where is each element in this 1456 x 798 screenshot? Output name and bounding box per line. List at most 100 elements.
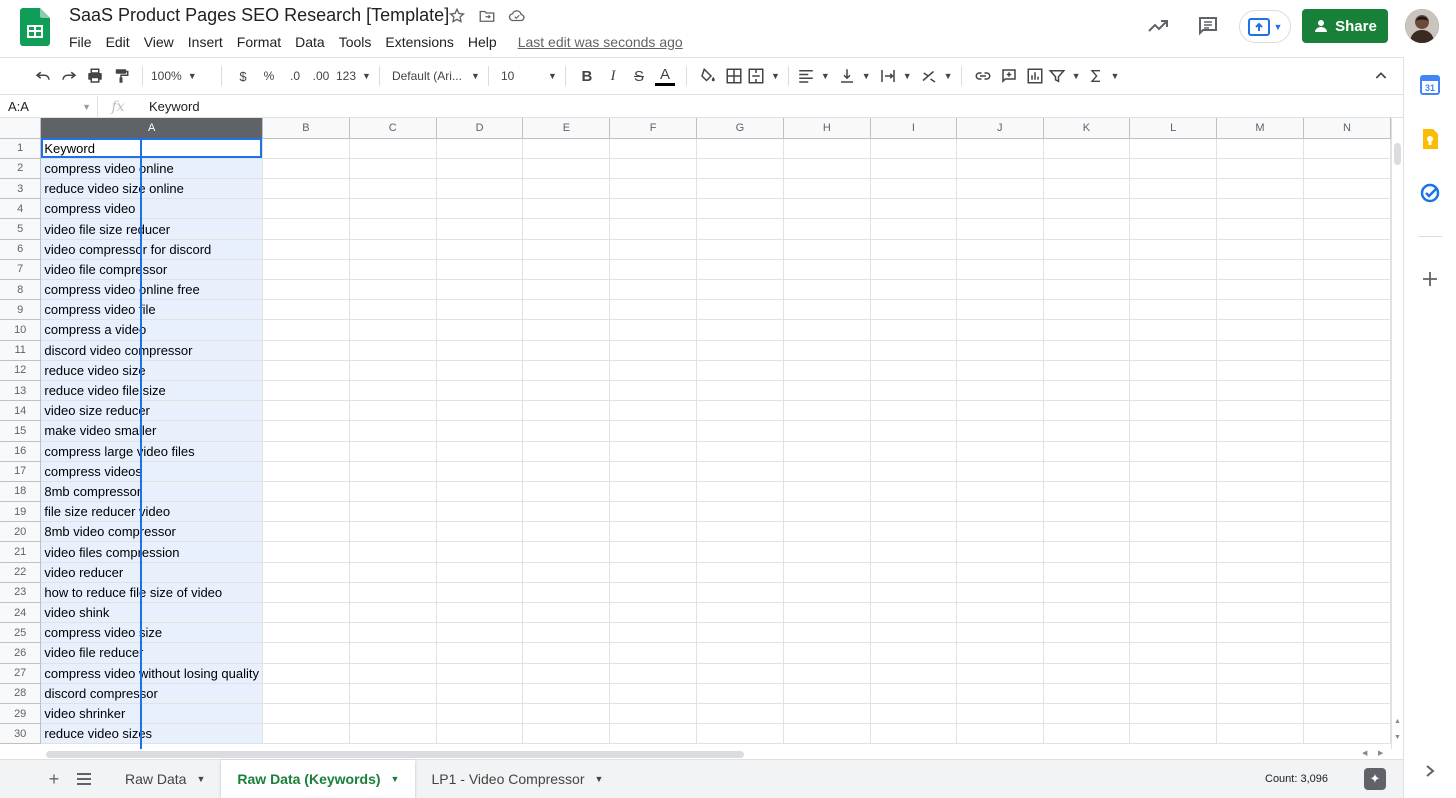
cell[interactable] xyxy=(1043,441,1131,462)
cell[interactable] xyxy=(436,158,524,180)
cell[interactable] xyxy=(436,299,524,321)
font-size-select[interactable]: 10 ▼ xyxy=(497,69,557,83)
horizontal-align-button[interactable]: ▼ xyxy=(797,67,830,85)
cell-a6[interactable]: video compressor for discord xyxy=(40,239,263,260)
cell[interactable] xyxy=(1216,541,1305,563)
cell[interactable] xyxy=(696,501,784,523)
cell[interactable] xyxy=(956,481,1044,503)
cell[interactable] xyxy=(870,461,958,482)
cell[interactable] xyxy=(1129,218,1217,240)
cell[interactable] xyxy=(956,178,1044,200)
menu-extensions[interactable]: Extensions xyxy=(378,32,460,52)
cell[interactable] xyxy=(783,340,871,361)
present-button[interactable]: ▼ xyxy=(1239,10,1291,43)
cell[interactable] xyxy=(609,400,697,422)
cell[interactable] xyxy=(609,562,697,583)
formula-input[interactable]: Keyword xyxy=(138,99,200,114)
cell[interactable] xyxy=(1303,723,1391,745)
cell[interactable] xyxy=(1303,279,1391,301)
cell[interactable] xyxy=(609,299,697,321)
cell[interactable] xyxy=(262,441,350,462)
sheet-tab[interactable]: LP1 - Video Compressor ▼ xyxy=(415,760,619,798)
cell[interactable] xyxy=(436,198,524,220)
cell[interactable] xyxy=(262,380,350,402)
cell[interactable] xyxy=(1043,723,1131,745)
cell[interactable] xyxy=(956,400,1044,422)
row-header[interactable]: 13 xyxy=(0,380,42,402)
scroll-right-icon[interactable]: ▶ xyxy=(1378,749,1383,757)
cell[interactable] xyxy=(956,602,1044,624)
cell[interactable] xyxy=(696,622,784,644)
cell[interactable] xyxy=(522,642,611,664)
cell[interactable] xyxy=(1303,360,1391,381)
cell[interactable] xyxy=(436,501,524,523)
cell[interactable] xyxy=(1129,521,1217,543)
redo-icon[interactable] xyxy=(56,63,82,89)
cell[interactable] xyxy=(349,582,437,604)
cell[interactable] xyxy=(696,178,784,200)
cell[interactable] xyxy=(349,299,437,321)
cell[interactable] xyxy=(262,703,350,725)
cell[interactable] xyxy=(609,642,697,664)
cell[interactable] xyxy=(349,259,437,281)
menu-view[interactable]: View xyxy=(137,32,181,52)
row-header[interactable]: 9 xyxy=(0,299,42,321)
strikethrough-button[interactable]: S xyxy=(626,63,652,89)
cell[interactable] xyxy=(609,521,697,543)
undo-icon[interactable] xyxy=(30,63,56,89)
cell[interactable] xyxy=(436,279,524,301)
cell[interactable] xyxy=(262,340,350,361)
cell[interactable] xyxy=(436,622,524,644)
cell[interactable] xyxy=(1303,441,1391,462)
cell[interactable] xyxy=(1303,461,1391,482)
cell[interactable] xyxy=(1129,420,1217,442)
cell[interactable] xyxy=(1043,218,1131,240)
zoom-select[interactable]: 100% ▼ xyxy=(151,69,213,83)
row-header[interactable]: 16 xyxy=(0,441,42,462)
scroll-up-icon[interactable]: ▲ xyxy=(1394,718,1401,725)
chevron-down-icon[interactable]: ▼ xyxy=(391,774,400,784)
borders-icon[interactable] xyxy=(721,63,747,89)
cell[interactable] xyxy=(436,420,524,442)
cell[interactable] xyxy=(436,461,524,482)
row-header[interactable]: 10 xyxy=(0,319,42,341)
cell[interactable] xyxy=(1303,380,1391,402)
cell[interactable] xyxy=(1216,642,1305,664)
row-header[interactable]: 7 xyxy=(0,259,42,281)
cell[interactable] xyxy=(522,239,611,260)
cell[interactable] xyxy=(1043,582,1131,604)
show-side-panel-icon[interactable] xyxy=(1418,759,1442,783)
cell[interactable] xyxy=(1303,299,1391,321)
menu-edit[interactable]: Edit xyxy=(99,32,137,52)
cell[interactable] xyxy=(1129,360,1217,381)
cell[interactable] xyxy=(783,562,871,583)
cell[interactable] xyxy=(262,319,350,341)
row-header[interactable]: 8 xyxy=(0,279,42,301)
last-edit-link[interactable]: Last edit was seconds ago xyxy=(518,32,683,52)
cell[interactable] xyxy=(1129,501,1217,523)
cell[interactable] xyxy=(870,299,958,321)
cell[interactable] xyxy=(870,723,958,745)
cell[interactable] xyxy=(1043,642,1131,664)
cell[interactable] xyxy=(783,380,871,402)
cell[interactable] xyxy=(870,683,958,704)
cell[interactable] xyxy=(783,481,871,503)
column-header-h[interactable]: H xyxy=(783,118,871,139)
cell[interactable] xyxy=(956,198,1044,220)
cell[interactable] xyxy=(783,723,871,745)
cell[interactable] xyxy=(696,299,784,321)
cell[interactable] xyxy=(1043,340,1131,361)
cell[interactable] xyxy=(609,663,697,684)
cell[interactable] xyxy=(522,319,611,341)
cell[interactable] xyxy=(522,259,611,281)
cell[interactable] xyxy=(522,622,611,644)
row-header[interactable]: 29 xyxy=(0,703,42,725)
column-header-i[interactable]: I xyxy=(870,118,958,139)
cell[interactable] xyxy=(1043,319,1131,341)
insert-link-icon[interactable] xyxy=(970,63,996,89)
cell[interactable] xyxy=(956,622,1044,644)
cell[interactable] xyxy=(1216,723,1305,745)
cell-a11[interactable]: discord video compressor xyxy=(40,340,263,361)
cell[interactable] xyxy=(1043,158,1131,180)
cell[interactable] xyxy=(1216,501,1305,523)
